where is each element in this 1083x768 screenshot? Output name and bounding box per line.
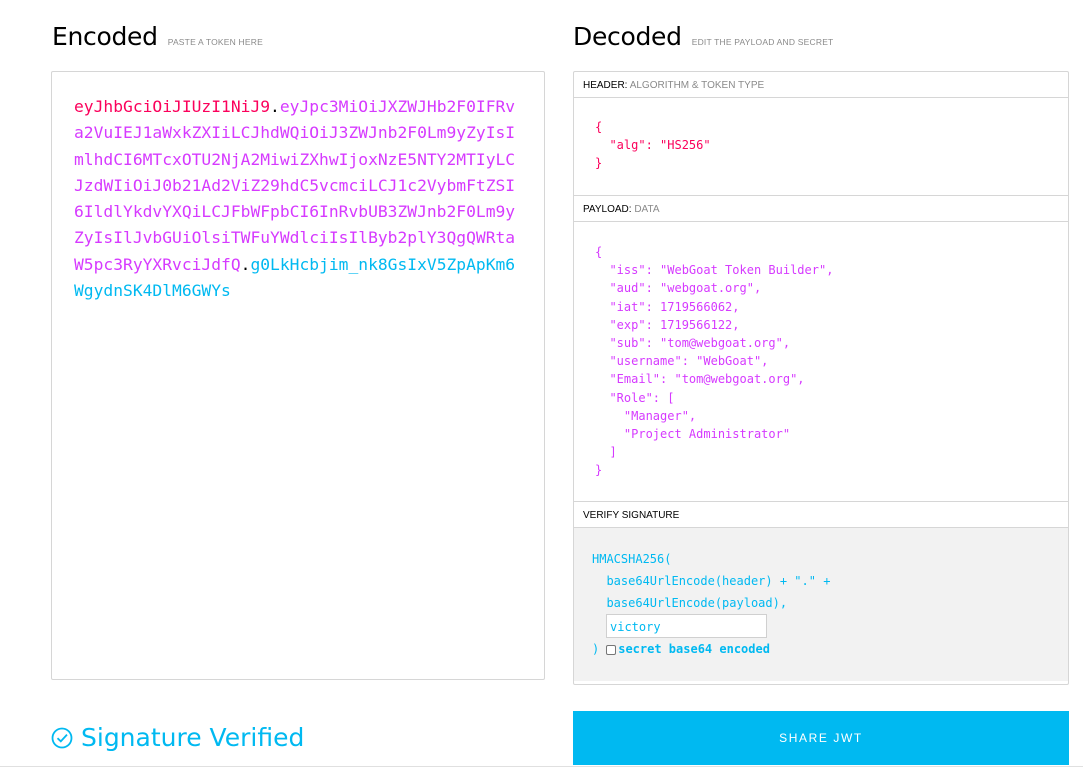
token-payload-part: eyJpc3MiOiJXZWJHb2F0IFRva2VuIEJ1aWxkZXIi… <box>74 97 516 274</box>
header-section: HEADER: ALGORITHM & TOKEN TYPE { "alg": … <box>574 72 1068 196</box>
base64-label: secret base64 encoded <box>618 642 770 656</box>
signature-func: HMACSHA256( <box>592 552 672 566</box>
secret-input[interactable]: victory <box>606 614 767 638</box>
encoded-hint: PASTE A TOKEN HERE <box>167 37 263 47</box>
payload-section-title: PAYLOAD: DATA <box>574 196 1068 222</box>
secret-row: victory <box>592 614 1068 638</box>
header-section-title: HEADER: ALGORITHM & TOKEN TYPE <box>574 72 1068 98</box>
encoded-token-textarea[interactable]: eyJhbGciOiJIUzI1NiJ9.eyJpc3MiOiJXZWJHb2F… <box>51 71 545 680</box>
decoded-title-row: Decoded EDIT THE PAYLOAD AND SECRET <box>573 22 833 51</box>
decoded-hint: EDIT THE PAYLOAD AND SECRET <box>691 37 834 47</box>
signature-section: VERIFY SIGNATURE HMACSHA256( base64UrlEn… <box>574 502 1068 681</box>
decoded-title: Decoded <box>573 22 682 51</box>
divider <box>0 766 1083 767</box>
token-header-part: eyJhbGciOiJIUzI1NiJ9 <box>74 97 271 116</box>
encoded-title-row: Encoded PASTE A TOKEN HERE <box>52 22 263 51</box>
payload-sublabel: DATA <box>634 204 660 215</box>
base64-checkbox[interactable] <box>606 644 617 655</box>
signature-section-title: VERIFY SIGNATURE <box>574 502 1068 528</box>
signature-arg-payload: base64UrlEncode(payload), <box>592 596 788 610</box>
token-dot: . <box>240 254 251 274</box>
header-json-editor[interactable]: { "alg": "HS256" } <box>574 98 1068 196</box>
signature-body: HMACSHA256( base64UrlEncode(header) + ".… <box>574 528 1068 681</box>
decoded-panel: HEADER: ALGORITHM & TOKEN TYPE { "alg": … <box>573 71 1069 685</box>
signature-status: Signature Verified <box>51 723 304 752</box>
header-sublabel: ALGORITHM & TOKEN TYPE <box>629 80 765 91</box>
payload-section: PAYLOAD: DATA { "iss": "WebGoat Token Bu… <box>574 196 1068 502</box>
token-dot: . <box>270 97 280 116</box>
payload-label: PAYLOAD: <box>583 204 632 215</box>
payload-json-editor[interactable]: { "iss": "WebGoat Token Builder", "aud":… <box>574 222 1068 502</box>
check-circle-icon <box>51 727 73 748</box>
share-jwt-button[interactable]: SHARE JWT <box>573 711 1069 765</box>
signature-status-text: Signature Verified <box>81 723 305 752</box>
encoded-title: Encoded <box>52 22 158 51</box>
header-label: HEADER: <box>583 80 628 91</box>
signature-close-row: ) secret base64 encoded <box>592 638 1068 660</box>
signature-arg-header: base64UrlEncode(header) + "." + <box>592 574 831 588</box>
signature-close: ) <box>592 642 600 656</box>
